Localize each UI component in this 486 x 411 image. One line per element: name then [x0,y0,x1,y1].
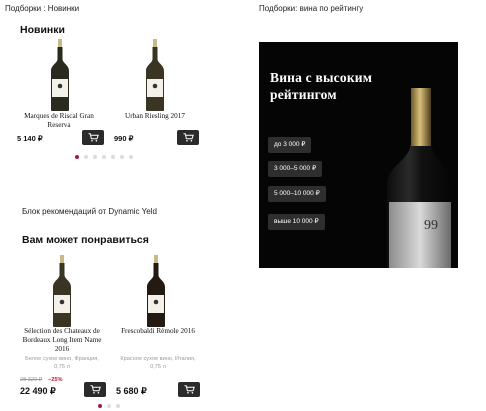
price-filter-chip[interactable]: 3 000–5 000 ₽ [268,161,323,177]
cart-icon [88,133,99,142]
cart-icon [90,385,101,394]
carousel-dot[interactable] [116,404,120,408]
cart-icon [184,385,195,394]
carousel-dot[interactable] [84,155,88,159]
price-filter-chip[interactable]: выше 10 000 ₽ [268,214,325,230]
carousel-dot[interactable] [102,155,106,159]
product-image[interactable] [144,39,166,116]
product-name[interactable]: Marques de Riscal Gran Reserva [14,112,104,130]
section-title-new: Новинки [20,24,65,36]
carousel-dot[interactable] [75,155,79,159]
product-price: 5 680 ₽ [116,386,147,396]
promo-title: Вина с высоким рейтингом [270,70,373,102]
add-to-cart-button[interactable] [82,130,104,145]
product-image[interactable] [49,39,71,116]
white-wine-bottle [53,255,71,327]
section-caption-new: Подборки : Новинки [5,4,80,13]
section-title-recommendations: Вам может понравиться [22,234,149,246]
carousel-dot[interactable] [111,155,115,159]
carousel-pagination [98,404,120,408]
product-name[interactable]: Sélection des Chateaux de Bordeaux Long … [16,327,108,354]
add-to-cart-button[interactable] [177,130,199,145]
white-wine-bottle [146,39,164,111]
carousel-dot[interactable] [120,155,124,159]
product-price: 990 ₽ [114,134,134,143]
old-price: 28 320 ₽ [20,377,43,383]
carousel-dot[interactable] [107,404,111,408]
rating-promo-banner[interactable]: Вина с высоким рейтингом до 3 000 ₽ 3 00… [259,42,458,268]
carousel-dot[interactable] [129,155,133,159]
add-to-cart-button[interactable] [84,382,106,397]
discount-badge: −25% [48,377,63,383]
product-description: Белое сухое вино, Франция, 0,75 л [25,356,99,370]
cart-icon [183,133,194,142]
product-price: 5 140 ₽ [17,134,43,143]
product-name[interactable]: Frescobaldi Rèmole 2016 [112,327,204,336]
product-name[interactable]: Urban Riesling 2017 [110,112,200,121]
carousel-pagination [75,155,133,159]
price-filter-chip[interactable]: до 3 000 ₽ [268,137,312,153]
section-caption-rating: Подборки: вина по рейтингу [259,4,364,13]
bottle-label-number: 99 [424,218,438,233]
white-wine-bottle [51,39,69,111]
section-caption-recommendations: Блок рекомендаций от Dynamic Yeld [22,207,157,216]
red-wine-bottle [147,255,165,327]
price-filter-chip[interactable]: 5 000–10 000 ₽ [268,186,326,202]
product-image[interactable] [145,255,167,332]
product-image[interactable] [51,255,73,332]
product-price: 22 490 ₽ [20,386,56,396]
carousel-dot[interactable] [93,155,97,159]
product-description: Красное сухое вино, Италия, 0,75 л [120,356,196,370]
carousel-dot[interactable] [98,404,102,408]
add-to-cart-button[interactable] [178,382,200,397]
